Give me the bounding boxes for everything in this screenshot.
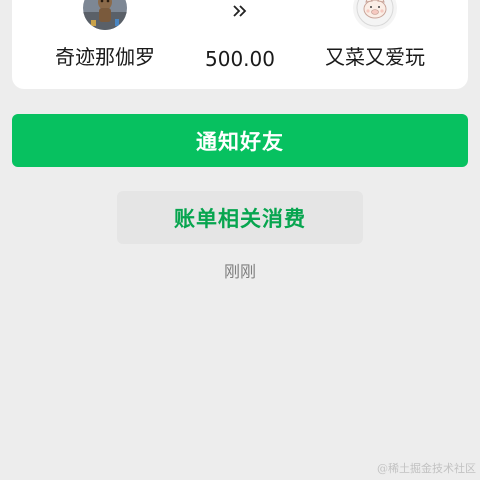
double-chevron-right-icon: [233, 5, 247, 17]
transfer-card: 奇迹那伽罗 500.00 又菜又爱玩: [12, 0, 468, 89]
groot-figure-avatar-image: [83, 0, 127, 30]
notify-friend-button[interactable]: 通知好友: [12, 114, 468, 167]
transfer-amount: 500.00: [205, 47, 275, 71]
transfer-time: 刚刚: [223, 262, 256, 281]
receiver: 又菜又爱玩: [300, 0, 450, 70]
watermark: @稀土掘金技术社区: [377, 462, 476, 475]
sender-name: 奇迹那伽罗: [55, 45, 155, 69]
transfer-result-page: 奇迹那伽罗 500.00 又菜又爱玩 通知好友 账单相关消费 刚刚 @稀土掘金技…: [0, 0, 480, 480]
receiver-avatar[interactable]: [353, 0, 397, 30]
receiver-name: 又菜又爱玩: [325, 45, 425, 69]
transfer-center: 500.00: [190, 0, 290, 71]
related-expenses-button[interactable]: 账单相关消费: [117, 191, 363, 244]
sender: 奇迹那伽罗: [30, 0, 180, 70]
sender-avatar[interactable]: [83, 0, 127, 30]
cartoon-pig-avatar-image: [353, 0, 397, 30]
